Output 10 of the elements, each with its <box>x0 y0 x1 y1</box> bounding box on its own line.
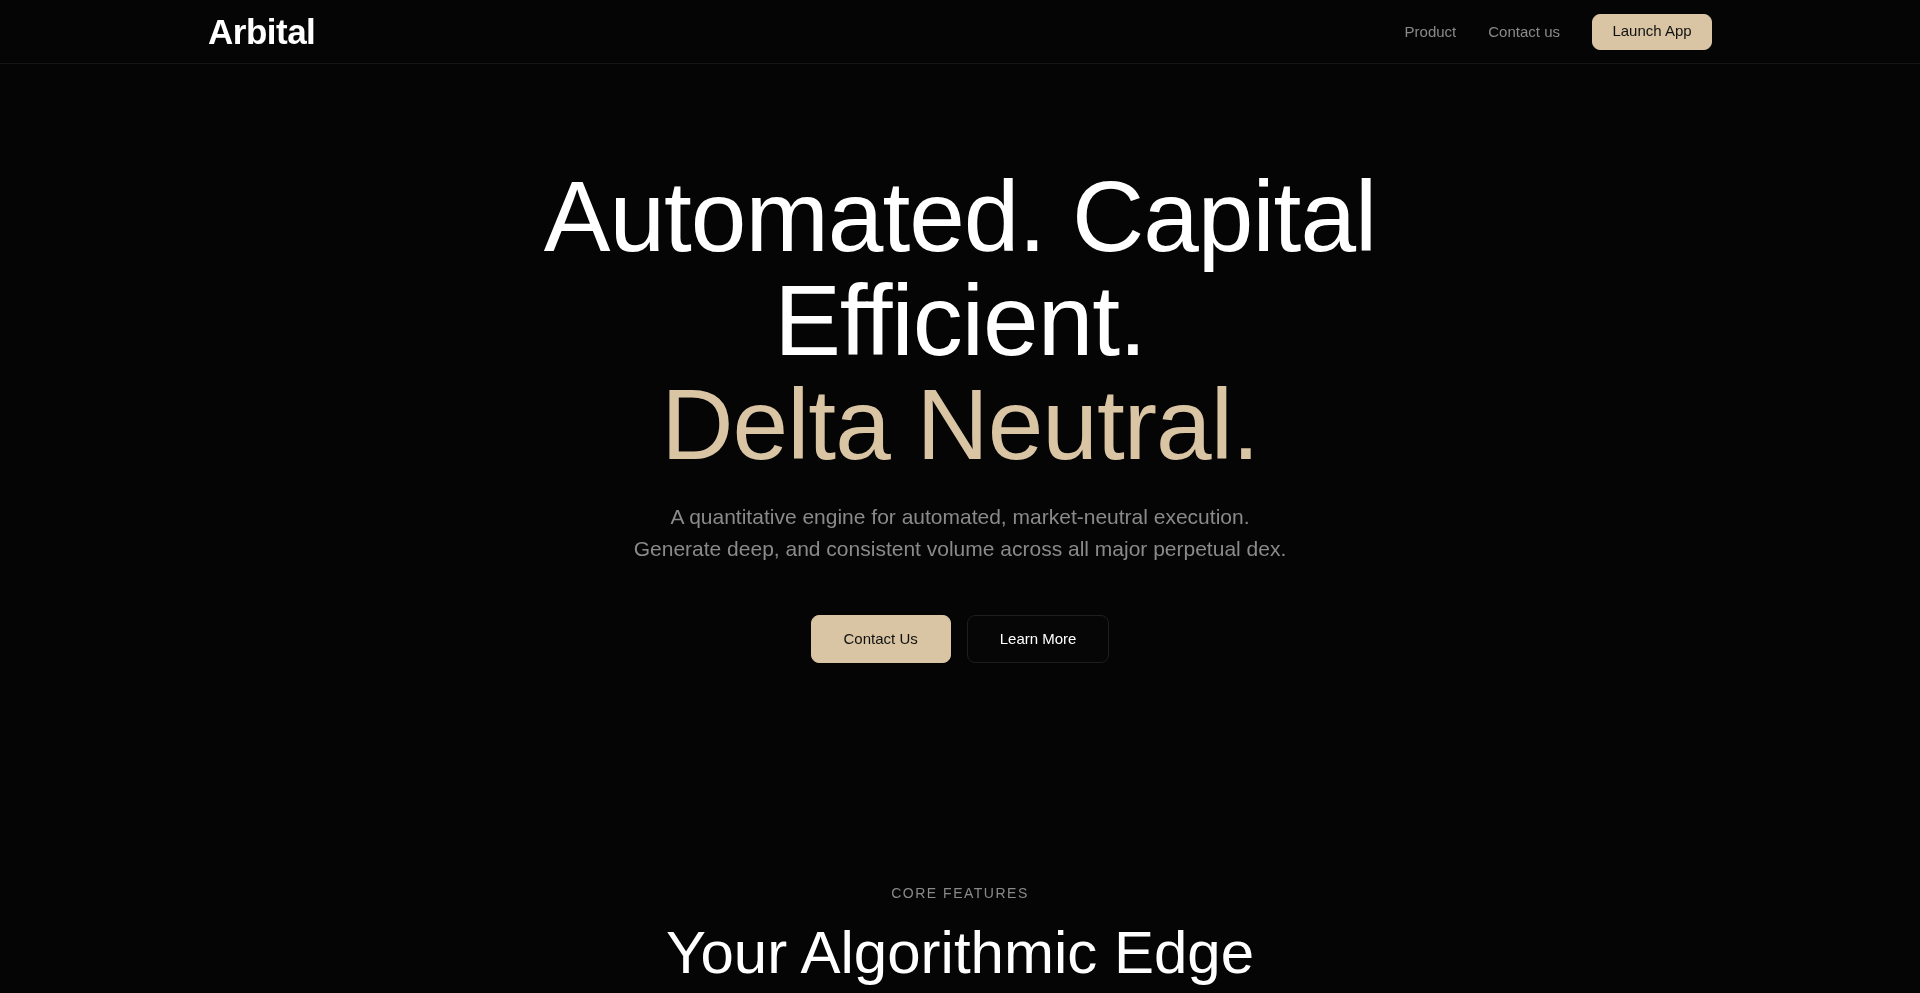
contact-button[interactable]: Contact Us <box>810 615 951 663</box>
section-heading: Your Algorithmic Edge <box>665 919 1255 987</box>
learn-more-button[interactable]: Learn More <box>966 615 1110 663</box>
nav-link[interactable]: Product <box>1404 21 1457 42</box>
logo-wordmark[interactable]: Arbital <box>208 14 316 49</box>
launch-app-button[interactable]: Launch App <box>1592 13 1712 50</box>
nav-link[interactable]: Contact us <box>1488 21 1560 42</box>
section-eyebrow: CORE FEATURES <box>891 884 1029 903</box>
hero-subtitle: A quantitative engine for automated, market-neutral execution. Generate deep, and consistent volume across all major perpetual dex. <box>633 504 1287 562</box>
hero-heading: Automated. Capital Efficient. Delta Neutral. <box>543 164 1377 476</box>
